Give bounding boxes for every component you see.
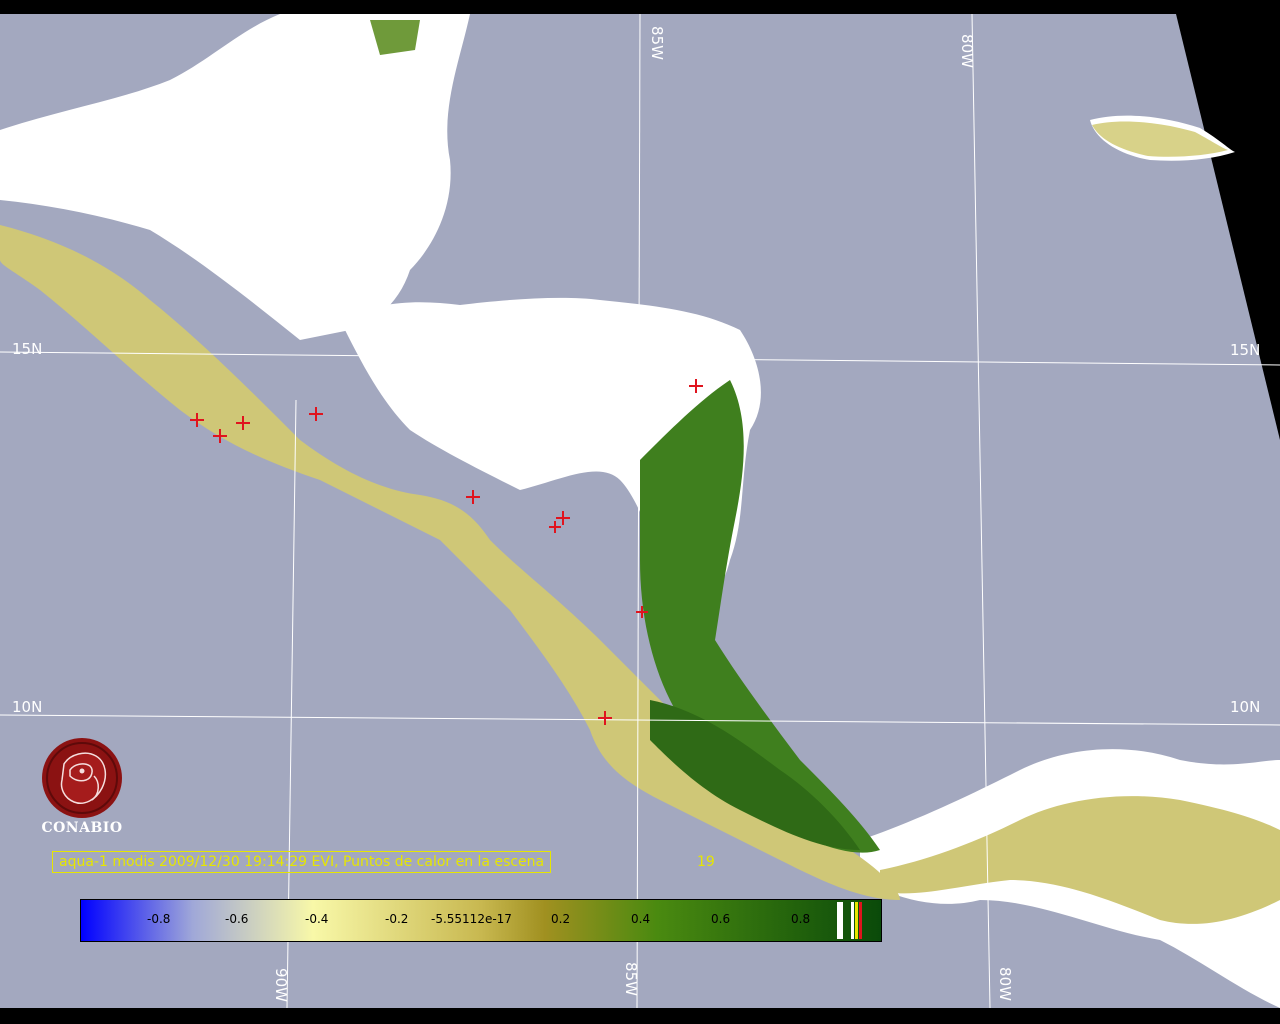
grid-label-85w-top: 85W <box>647 26 666 60</box>
grid-label-85w-bottom: 85W <box>621 962 640 996</box>
colorbar-swatch-yellow <box>855 902 858 939</box>
colorbar-tick: 0.4 <box>631 912 651 926</box>
colorbar-tick: -0.2 <box>385 912 409 926</box>
grid-label-80w-bottom: 80W <box>995 967 1014 1001</box>
colorbar-tick: -5.55112e-17 <box>431 912 512 926</box>
lake-managua <box>548 554 572 566</box>
grid-label-10n-right: 10N <box>1230 698 1261 716</box>
colorbar-swatch-cloud <box>837 902 843 939</box>
scene-caption: aqua-1 modis 2009/12/30 19:14:29 EVI, Pu… <box>52 851 552 873</box>
conabio-macaw-icon <box>42 738 122 818</box>
grid-label-80w-top: 80W <box>957 34 976 68</box>
grid-label-90w-bottom: 90W <box>271 968 290 1002</box>
grid-label-15n-right: 15N <box>1230 341 1261 359</box>
colorbar-tick: -0.6 <box>225 912 249 926</box>
lake-nicaragua <box>566 578 634 622</box>
hotspot-count: 19 <box>697 854 715 870</box>
grid-label-10n-left: 10N <box>12 698 43 716</box>
conabio-logo-text: CONABIO <box>41 820 123 836</box>
colorbar-swatch-hotspot <box>859 902 862 939</box>
conabio-logo: CONABIO <box>34 736 130 846</box>
colorbar-tick: -0.8 <box>147 912 171 926</box>
colorbar-tick: 0.6 <box>711 912 731 926</box>
evi-colorbar: -0.8 -0.6 -0.4 -0.2 -5.55112e-17 0.2 0.4… <box>80 899 882 942</box>
colorbar-tick: -0.4 <box>305 912 329 926</box>
grid-label-15n-left: 15N <box>12 340 43 358</box>
colorbar-tick: 0.2 <box>551 912 571 926</box>
colorbar-swatch-white2 <box>851 902 854 939</box>
colorbar-tick: 0.8 <box>791 912 811 926</box>
